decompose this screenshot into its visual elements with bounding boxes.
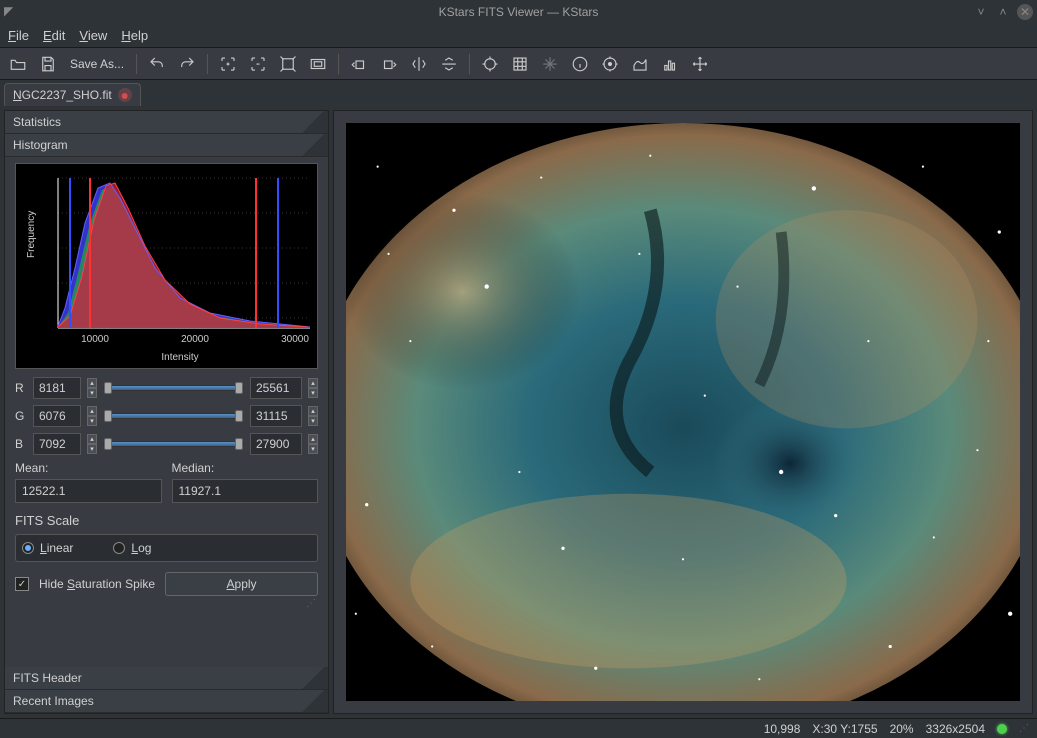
- spinner-up-icon[interactable]: ▴: [87, 406, 97, 416]
- channel-row-b: B ▴▾ ▴▾: [15, 433, 318, 455]
- left-panel: Statistics Histogram: [4, 110, 329, 714]
- menu-file[interactable]: File: [8, 28, 29, 43]
- median-value: 11927.1: [172, 479, 319, 503]
- statistics-panel-header[interactable]: Statistics: [5, 111, 328, 134]
- flip-v-icon[interactable]: [437, 52, 461, 76]
- channel-row-g: G ▴▾ ▴▾: [15, 405, 318, 427]
- b-high-input[interactable]: [250, 433, 302, 455]
- radio-icon: [22, 542, 34, 554]
- svg-text:30000: 30000: [281, 334, 309, 345]
- move-icon[interactable]: [688, 52, 712, 76]
- menu-edit[interactable]: Edit: [43, 28, 65, 43]
- rotate-right-icon[interactable]: [377, 52, 401, 76]
- zoom-in-icon[interactable]: [216, 52, 240, 76]
- spinner-down-icon[interactable]: ▾: [87, 416, 97, 426]
- radio-log[interactable]: Log: [113, 541, 151, 555]
- b-low-input[interactable]: [33, 433, 81, 455]
- r-low-input[interactable]: [33, 377, 81, 399]
- mean-value: 12522.1: [15, 479, 162, 503]
- spinner-up-icon[interactable]: ▴: [308, 406, 318, 416]
- tabbar: NGC2237_SHO.fit ●: [0, 80, 1037, 106]
- minimize-icon[interactable]: ˅: [973, 4, 989, 20]
- histogram-icon[interactable]: [628, 52, 652, 76]
- histogram-panel-header[interactable]: Histogram: [5, 134, 328, 157]
- save-icon[interactable]: [36, 52, 60, 76]
- zoom-fit-icon[interactable]: [276, 52, 300, 76]
- tab-close-icon[interactable]: ●: [118, 88, 132, 102]
- hide-saturation-checkbox[interactable]: ✓: [15, 577, 29, 591]
- radio-icon: [113, 542, 125, 554]
- g-high-input[interactable]: [250, 405, 302, 427]
- channel-label-b: B: [15, 437, 27, 451]
- status-zoom: 20%: [890, 722, 914, 736]
- maximize-icon[interactable]: ˄: [995, 4, 1011, 20]
- target-icon[interactable]: [598, 52, 622, 76]
- resize-grip-icon[interactable]: ⋰: [1019, 723, 1029, 734]
- titlebar: ◤ KStars FITS Viewer — KStars ˅ ˄ ✕: [0, 0, 1037, 24]
- spinner-down-icon[interactable]: ▾: [308, 388, 318, 398]
- info-icon[interactable]: [568, 52, 592, 76]
- app-icon: ◤: [4, 4, 20, 20]
- image-viewport[interactable]: [333, 110, 1033, 714]
- svg-text:Frequency: Frequency: [26, 211, 37, 258]
- status-coords: X:30 Y:1755: [812, 722, 877, 736]
- spinner-up-icon[interactable]: ▴: [87, 378, 97, 388]
- channel-label-r: R: [15, 381, 27, 395]
- nebula-image: [346, 123, 1020, 701]
- spinner-up-icon[interactable]: ▴: [308, 434, 318, 444]
- channel-row-r: R ▴▾ ▴▾: [15, 377, 318, 399]
- toolbar: Save As...: [0, 48, 1037, 80]
- close-icon[interactable]: ✕: [1017, 4, 1033, 20]
- spinner-up-icon[interactable]: ▴: [308, 378, 318, 388]
- spinner-down-icon[interactable]: ▾: [87, 444, 97, 454]
- g-slider[interactable]: [103, 413, 244, 419]
- equalize-icon[interactable]: [658, 52, 682, 76]
- svg-text:Intensity: Intensity: [161, 352, 198, 363]
- mean-label: Mean:: [15, 461, 162, 475]
- window-title: KStars FITS Viewer — KStars: [439, 5, 599, 19]
- median-label: Median:: [172, 461, 319, 475]
- fits-header-panel[interactable]: FITS Header: [5, 667, 328, 690]
- status-dimensions: 3326x2504: [926, 722, 985, 736]
- r-slider[interactable]: [103, 385, 244, 391]
- statusbar: 10,998 X:30 Y:1755 20% 3326x2504 ⋰: [0, 718, 1037, 738]
- stars-icon[interactable]: [538, 52, 562, 76]
- grid-icon[interactable]: [508, 52, 532, 76]
- hide-saturation-label: Hide Saturation Spike: [39, 577, 155, 591]
- status-led-icon: [997, 724, 1007, 734]
- resize-grip-icon[interactable]: ⋰: [15, 598, 318, 609]
- save-as-button[interactable]: Save As...: [66, 57, 128, 71]
- fits-scale-title: FITS Scale: [15, 513, 318, 528]
- svg-text:10000: 10000: [81, 334, 109, 345]
- g-low-input[interactable]: [33, 405, 81, 427]
- redo-icon[interactable]: [175, 52, 199, 76]
- apply-button[interactable]: Apply: [165, 572, 318, 596]
- r-high-input[interactable]: [250, 377, 302, 399]
- status-pixel-value: 10,998: [764, 722, 801, 736]
- open-icon[interactable]: [6, 52, 30, 76]
- zoom-actual-icon[interactable]: [306, 52, 330, 76]
- svg-text:20000: 20000: [181, 334, 209, 345]
- file-tab[interactable]: NGC2237_SHO.fit ●: [4, 83, 141, 106]
- rotate-left-icon[interactable]: [347, 52, 371, 76]
- spinner-down-icon[interactable]: ▾: [308, 444, 318, 454]
- menu-help[interactable]: Help: [121, 28, 148, 43]
- recent-images-panel[interactable]: Recent Images: [5, 690, 328, 713]
- tab-label: NGC2237_SHO.fit: [13, 88, 112, 102]
- menubar: File Edit View Help: [0, 24, 1037, 48]
- fits-scale-group: Linear Log: [15, 534, 318, 562]
- b-slider[interactable]: [103, 441, 244, 447]
- spinner-down-icon[interactable]: ▾: [308, 416, 318, 426]
- crosshair-icon[interactable]: [478, 52, 502, 76]
- undo-icon[interactable]: [145, 52, 169, 76]
- spinner-up-icon[interactable]: ▴: [87, 434, 97, 444]
- menu-view[interactable]: View: [79, 28, 107, 43]
- spinner-down-icon[interactable]: ▾: [87, 388, 97, 398]
- flip-h-icon[interactable]: [407, 52, 431, 76]
- zoom-out-icon[interactable]: [246, 52, 270, 76]
- channel-label-g: G: [15, 409, 27, 423]
- radio-linear[interactable]: Linear: [22, 541, 73, 555]
- histogram-chart[interactable]: Frequency 10000 20000 30000 Intensity: [15, 163, 318, 369]
